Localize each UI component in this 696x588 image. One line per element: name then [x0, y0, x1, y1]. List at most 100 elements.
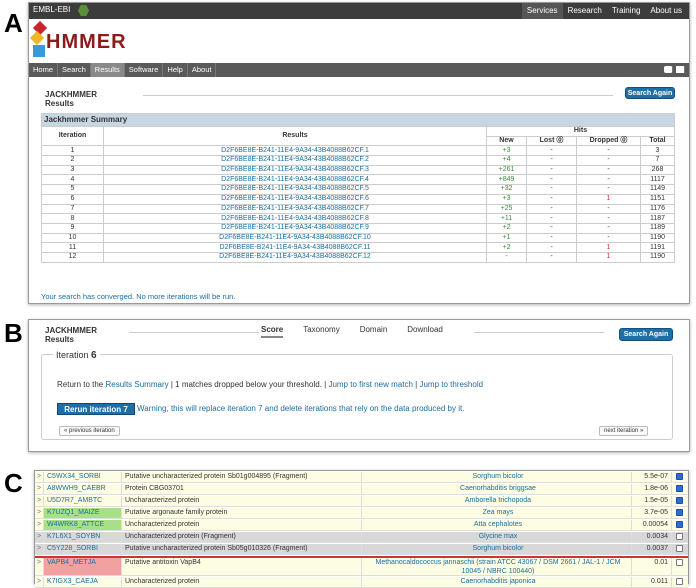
result-link[interactable]: D2F6BE8E-B241-11E4-9A34-43B4088B62CF.7 — [103, 203, 487, 215]
result-link[interactable]: D2F6BE8E-B241-11E4-9A34-43B4088B62CF.1 — [103, 145, 487, 157]
select-checkbox[interactable] — [672, 558, 688, 575]
dropped-hits-cell: - — [576, 232, 641, 244]
checkbox-icon[interactable] — [676, 497, 683, 504]
tab-domain[interactable]: Domain — [360, 325, 388, 338]
jump-threshold-link[interactable]: Jump to threshold — [419, 380, 483, 389]
next-iteration-button[interactable]: next iteration » — [599, 426, 649, 436]
result-link[interactable]: D2F6BE8E-B241-11E4-9A34-43B4088B62CF.9 — [103, 222, 487, 234]
select-checkbox[interactable] — [672, 577, 688, 587]
accession-link[interactable]: W4WRK8_ATTCE — [44, 520, 122, 530]
accession-link[interactable]: K7L6X1_SOYBN — [44, 532, 122, 542]
checkbox-icon[interactable] — [676, 473, 683, 480]
organism-link[interactable]: Glycine max — [362, 532, 632, 542]
expand-arrow-icon[interactable]: > — [35, 520, 44, 530]
table-row: > VAPB4_METJA Putative antitoxin VapB4 Meth… — [35, 556, 688, 576]
accession-link[interactable]: K7IGX3_CAEJA — [44, 577, 122, 587]
help-icon[interactable]: ⓪ — [620, 137, 627, 144]
lost-hits-cell: - — [526, 174, 577, 186]
evalue-cell: 0.01 — [632, 558, 672, 575]
result-link[interactable]: D2F6BE8E-B241-11E4-9A34-43B4088B62CF.4 — [103, 174, 487, 186]
select-checkbox[interactable] — [672, 496, 688, 506]
top-nav-training[interactable]: Training — [607, 3, 646, 19]
expand-arrow-icon[interactable]: > — [35, 577, 44, 587]
nav-help[interactable]: Help — [163, 63, 188, 77]
tab-download[interactable]: Download — [407, 325, 443, 338]
top-nav-services[interactable]: Services — [521, 3, 563, 19]
organism-link[interactable]: Atta cephalotes — [362, 520, 632, 530]
checkbox-icon[interactable] — [676, 545, 683, 552]
expand-arrow-icon[interactable]: > — [35, 496, 44, 506]
accession-link[interactable]: VAPB4_METJA — [44, 558, 122, 575]
nav-software[interactable]: Software — [125, 63, 164, 77]
accession-link[interactable]: U5D7R7_AMBTC — [44, 496, 122, 506]
divider — [143, 95, 613, 96]
select-checkbox[interactable] — [672, 544, 688, 554]
expand-arrow-icon[interactable]: > — [35, 532, 44, 542]
total-hits-cell: 1191 — [640, 242, 675, 253]
organism-link[interactable]: Zea mays — [362, 508, 632, 518]
top-nav-research[interactable]: Research — [563, 3, 607, 19]
result-link[interactable]: D2F6BE8E-B241-11E4-9A34-43B4088B62CF.11 — [103, 242, 487, 253]
tab-taxonomy[interactable]: Taxonomy — [303, 325, 339, 338]
result-link[interactable]: D2F6BE8E-B241-11E4-9A34-43B4088B62CF.12 — [103, 251, 487, 263]
result-link[interactable]: D2F6BE8E-B241-11E4-9A34-43B4088B62CF.10 — [103, 232, 487, 244]
accession-link[interactable]: A8WWH9_CAEBR — [44, 484, 122, 494]
expand-arrow-icon[interactable]: > — [35, 558, 44, 575]
result-link[interactable]: D2F6BE8E-B241-11E4-9A34-43B4088B62CF.6 — [103, 193, 487, 205]
organism-link[interactable]: Sorghum bicolor — [362, 544, 632, 554]
expand-arrow-icon[interactable]: > — [35, 544, 44, 554]
help-icon[interactable]: ⓪ — [556, 137, 563, 144]
organism-link[interactable]: Methanocaldococcus jannaschii (strain AT… — [362, 558, 632, 575]
result-link[interactable]: D2F6BE8E-B241-11E4-9A34-43B4088B62CF.2 — [103, 155, 487, 166]
checkbox-icon[interactable] — [676, 509, 683, 516]
rerun-button[interactable]: Rerun iteration 7 — [57, 403, 135, 415]
checkbox-icon[interactable] — [676, 521, 683, 528]
dropped-hits-cell: - — [576, 145, 641, 157]
organism-link[interactable]: Amborella trichopoda — [362, 496, 632, 506]
tab-score[interactable]: Score — [261, 325, 284, 338]
organism-link[interactable]: Caenorhabditis japonica — [362, 577, 632, 587]
accession-link[interactable]: K7UZQ1_MAIZE — [44, 508, 122, 518]
organism-link[interactable]: Caenorhabditis briggsae — [362, 484, 632, 494]
search-again-button[interactable]: Search Again — [619, 328, 673, 341]
select-checkbox[interactable] — [672, 484, 688, 494]
organism-link[interactable]: Sorghum bicolor — [362, 472, 632, 482]
nav-search[interactable]: Search — [58, 63, 91, 77]
checkbox-icon[interactable] — [676, 485, 683, 492]
hexagon-icon — [78, 5, 89, 16]
twitter-icon[interactable] — [664, 66, 673, 73]
results-summary-link[interactable]: Results Summary — [105, 380, 168, 389]
search-again-button[interactable]: Search Again — [625, 87, 675, 99]
mail-icon[interactable] — [676, 66, 685, 73]
brand-label[interactable]: EMBL-EBI — [33, 5, 70, 14]
result-link[interactable]: D2F6BE8E-B241-11E4-9A34-43B4088B62CF.3 — [103, 164, 487, 176]
dropped-hits-cell: 1 — [576, 193, 641, 205]
table-row: > C5WX34_SORBI Putative uncharacterized pr… — [35, 472, 688, 483]
nav-home[interactable]: Home — [29, 63, 59, 77]
result-link[interactable]: D2F6BE8E-B241-11E4-9A34-43B4088B62CF.5 — [103, 184, 487, 195]
top-nav-about[interactable]: About us — [645, 3, 687, 19]
new-hits-cell: +25 — [486, 203, 527, 215]
checkbox-icon[interactable] — [676, 533, 683, 540]
table-row: > K7IGX3_CAEJA Uncharacterized protein Caen… — [35, 577, 688, 588]
expand-arrow-icon[interactable]: > — [35, 472, 44, 482]
col-new: New — [486, 135, 527, 147]
total-hits-cell: 1190 — [640, 232, 675, 244]
jump-new-link[interactable]: Jump to first new match — [328, 380, 412, 389]
select-checkbox[interactable] — [672, 508, 688, 518]
table-row: 11 D2F6BE8E-B241-11E4-9A34-43B4088B62CF.1… — [41, 242, 675, 253]
accession-link[interactable]: C5Y228_SORBI — [44, 544, 122, 554]
expand-arrow-icon[interactable]: > — [35, 508, 44, 518]
new-hits-cell: +3 — [486, 145, 527, 157]
result-link[interactable]: D2F6BE8E-B241-11E4-9A34-43B4088B62CF.8 — [103, 213, 487, 224]
select-checkbox[interactable] — [672, 532, 688, 542]
nav-about[interactable]: About — [188, 63, 217, 77]
nav-results[interactable]: Results — [90, 63, 125, 77]
select-checkbox[interactable] — [672, 472, 688, 482]
accession-link[interactable]: C5WX34_SORBI — [44, 472, 122, 482]
expand-arrow-icon[interactable]: > — [35, 484, 44, 494]
checkbox-icon[interactable] — [676, 578, 683, 585]
previous-iteration-button[interactable]: « previous iteration — [59, 426, 120, 436]
select-checkbox[interactable] — [672, 520, 688, 530]
checkbox-icon[interactable] — [676, 559, 683, 566]
